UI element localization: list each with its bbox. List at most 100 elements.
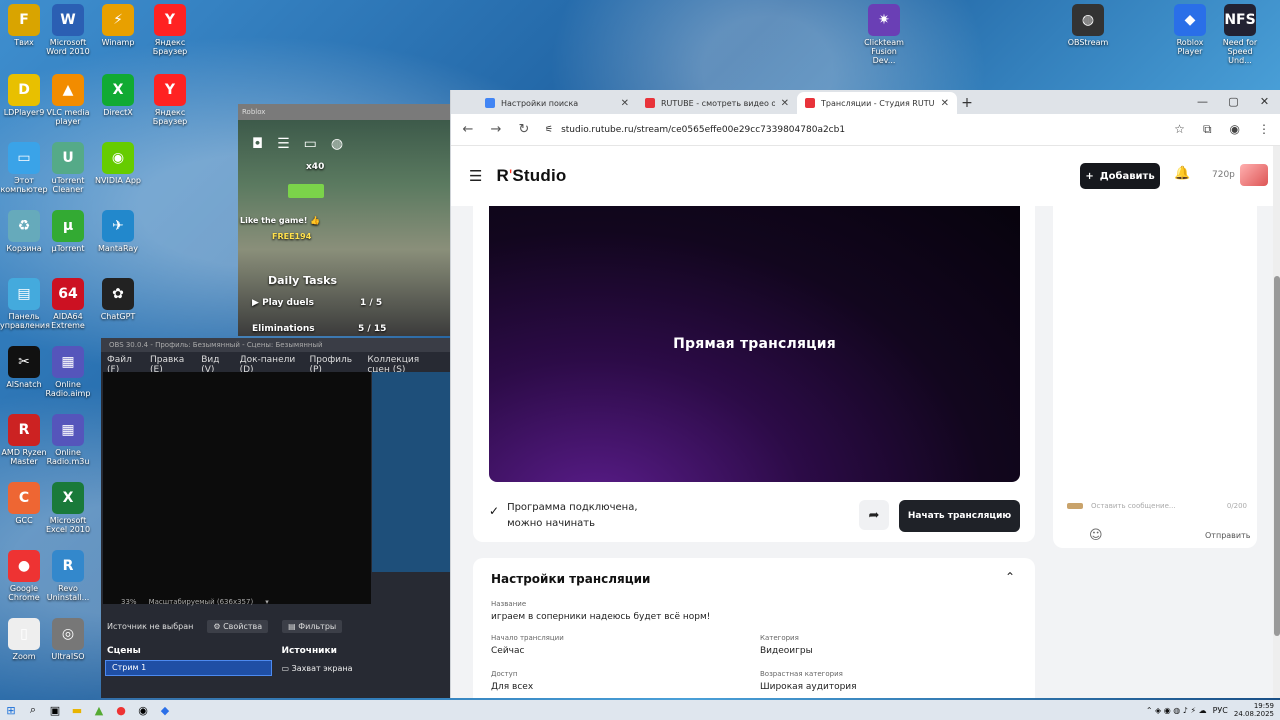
desktop-icon[interactable]: ● Google Chrome	[0, 550, 48, 602]
chrome-icon[interactable]: ●	[110, 700, 132, 720]
desktop-icon[interactable]: D LDPlayer9	[0, 74, 48, 117]
obs-scale-mode[interactable]: Масштабируемый (636x357)	[149, 598, 254, 606]
start-stream-button[interactable]: Начать трансляцию	[899, 500, 1020, 532]
desktop-icon[interactable]: X DirectX	[94, 74, 142, 117]
obs-icon[interactable]: ◉	[132, 700, 154, 720]
obs-menu-item[interactable]: Профиль (P)	[309, 355, 357, 375]
desktop-icon[interactable]: ✿ ChatGPT	[94, 278, 142, 321]
scrollbar-thumb[interactable]	[1274, 276, 1280, 636]
language-indicator[interactable]: РУС	[1213, 706, 1228, 715]
obs-menu-item[interactable]: Коллекция сцен (S)	[367, 355, 444, 375]
obs-menu-item[interactable]: Вид (V)	[201, 355, 229, 375]
desktop-icon[interactable]: C GCC	[0, 482, 48, 525]
headset-icon[interactable]: ◍	[331, 136, 343, 152]
desktop-icon[interactable]: R AMD Ryzen Master	[0, 414, 48, 466]
desktop-icon[interactable]: 64 AIDA64 Extreme	[44, 278, 92, 330]
desktop-icon[interactable]: µ µTorrent	[44, 210, 92, 253]
obs-scene-item[interactable]: Стрим 1	[105, 660, 272, 676]
desktop-icon[interactable]: ◉ NVIDIA App	[94, 142, 142, 185]
unknown-app-icon[interactable]: ▲	[88, 700, 110, 720]
desktop-icon[interactable]: X Microsoft Excel 2010	[44, 482, 92, 534]
desktop-icon[interactable]: ✷ Clickteam Fusion Dev...	[860, 4, 908, 65]
desktop-icon[interactable]: W Microsoft Word 2010	[44, 4, 92, 56]
desktop-icon[interactable]: F Твих	[0, 4, 48, 47]
extensions-icon[interactable]: ⧉	[1203, 122, 1212, 137]
send-button[interactable]: Отправить	[1205, 531, 1250, 540]
tray-icons[interactable]: ⌃ ◈ ◉ ◍ ♪ ⚡ ☁	[1146, 706, 1207, 715]
desktop-icon[interactable]: ▯ Zoom	[0, 618, 48, 661]
stream-player[interactable]: Прямая трансляция	[489, 206, 1020, 482]
game-button-green[interactable]	[288, 184, 324, 198]
close-tab-icon[interactable]: ✕	[621, 98, 629, 109]
obs-source-item[interactable]: ▭ Захват экрана	[276, 660, 451, 677]
browser-tab[interactable]: Трансляции - Студия RUTUBE ✕	[797, 92, 957, 114]
chevron-up-icon[interactable]: ⌃	[1005, 570, 1015, 584]
obs-zoom-value[interactable]: 33%	[121, 598, 137, 606]
minimize-button[interactable]: —	[1187, 90, 1218, 112]
avatar[interactable]	[1240, 164, 1268, 186]
obs-menu-item[interactable]: Файл (F)	[107, 355, 140, 375]
address-bar[interactable]: ⚟ studio.rutube.ru/stream/ce0565effe00e2…	[545, 125, 1160, 135]
site-info-icon[interactable]: ⚟	[545, 125, 553, 135]
emoji-icon[interactable]: ☺	[1089, 528, 1103, 543]
roblox-icon[interactable]: ◆	[154, 700, 176, 720]
bookmark-star-icon[interactable]: ☆	[1174, 122, 1185, 137]
obs-menu-item[interactable]: Док-панели (D)	[240, 355, 300, 375]
start-time-value[interactable]: Сейчас	[491, 646, 524, 656]
obs-menu-item[interactable]: Правка (E)	[150, 355, 191, 375]
menu-icon[interactable]: ☰	[277, 136, 290, 152]
more-icon[interactable]: ⋮	[1258, 122, 1270, 137]
reload-icon[interactable]: ↻	[517, 122, 531, 137]
obs-filters-button[interactable]: ▤ Фильтры	[282, 619, 343, 633]
obs-preview[interactable]	[103, 372, 371, 604]
new-tab-button[interactable]: +	[957, 92, 977, 114]
bell-icon[interactable]: 🔔	[1174, 166, 1190, 181]
hamburger-menu-icon[interactable]: ☰	[469, 167, 482, 185]
browser-tab[interactable]: Настройки поиска ✕	[477, 92, 637, 114]
maximize-button[interactable]: ▢	[1218, 90, 1249, 112]
close-window-button[interactable]: ✕	[1249, 90, 1280, 112]
desktop-icon[interactable]: ◎ UltraISO	[44, 618, 92, 661]
name-value[interactable]: играем в соперники надеюсь будет всё нор…	[491, 612, 710, 622]
desktop-icon[interactable]: ◆ Roblox Player	[1166, 4, 1214, 56]
forward-icon[interactable]: →	[489, 122, 503, 137]
desktop-icon[interactable]: Y Яндекс Браузер	[146, 74, 194, 126]
file-explorer-icon[interactable]: ▬	[66, 700, 88, 720]
game-title-bar[interactable]: Roblox	[238, 104, 450, 120]
desktop-icon[interactable]: ▦ Online Radio.aimp	[44, 346, 92, 398]
profile-icon[interactable]: ◉	[1230, 122, 1240, 137]
desktop-icon[interactable]: ▭ Этот компьютер	[0, 142, 48, 194]
desktop-icon[interactable]: ▦ Online Radio.m3u	[44, 414, 92, 466]
age-value[interactable]: Широкая аудитория	[760, 682, 857, 692]
search-icon[interactable]: ⌕	[22, 700, 44, 720]
category-value[interactable]: Видеоигры	[760, 646, 813, 656]
close-tab-icon[interactable]: ✕	[781, 98, 789, 109]
obs-properties-button[interactable]: ⚙ Свойства	[207, 619, 269, 633]
share-button[interactable]: ➦	[859, 500, 889, 530]
rutube-studio-logo[interactable]: R'Studio	[496, 166, 566, 186]
desktop-icon[interactable]: ⚡ Winamp	[94, 4, 142, 47]
close-tab-icon[interactable]: ✕	[941, 98, 949, 109]
desktop-icon[interactable]: UuTorrent Cleaner	[44, 142, 92, 194]
desktop-icon[interactable]: ◍ OBStream	[1064, 4, 1112, 47]
obs-window[interactable]: OBS 30.0.4 - Профиль: Безымянный - Сцены…	[101, 338, 450, 698]
obs-title-bar[interactable]: OBS 30.0.4 - Профиль: Безымянный - Сцены…	[101, 338, 450, 352]
page-scrollbar[interactable]	[1273, 146, 1280, 698]
back-icon[interactable]: ←	[461, 122, 475, 137]
task-view-icon[interactable]: ▣	[44, 700, 66, 720]
url-text[interactable]: studio.rutube.ru/stream/ce0565effe00e29c…	[561, 125, 845, 135]
desktop-icon[interactable]: ▲ VLC media player	[44, 74, 92, 126]
desktop-icon[interactable]: Y Яндекс Браузер	[146, 4, 194, 56]
chevron-down-icon[interactable]: ▾	[265, 598, 269, 606]
desktop-icon[interactable]: NFS Need for Speed Und...	[1216, 4, 1264, 65]
desktop-icon[interactable]: ✈ MantaRay	[94, 210, 142, 253]
desktop-icon[interactable]: R Revo Uninstall...	[44, 550, 92, 602]
chat-message-input[interactable]: Оставить сообщение...	[1091, 502, 1219, 510]
clock[interactable]: 19:59 24.08.2025	[1234, 702, 1274, 718]
chat-icon[interactable]: ▭	[304, 136, 317, 152]
roblox-icon[interactable]: ◘	[252, 136, 263, 152]
game-window[interactable]: Roblox ◘ ☰ ▭ ◍ x40 Like the game! 👍 FREE…	[238, 104, 450, 336]
start-icon[interactable]: ⊞	[0, 700, 22, 720]
desktop-icon[interactable]: ♻ Корзина	[0, 210, 48, 253]
desktop-icon[interactable]: ▤ Панель управления	[0, 278, 50, 330]
